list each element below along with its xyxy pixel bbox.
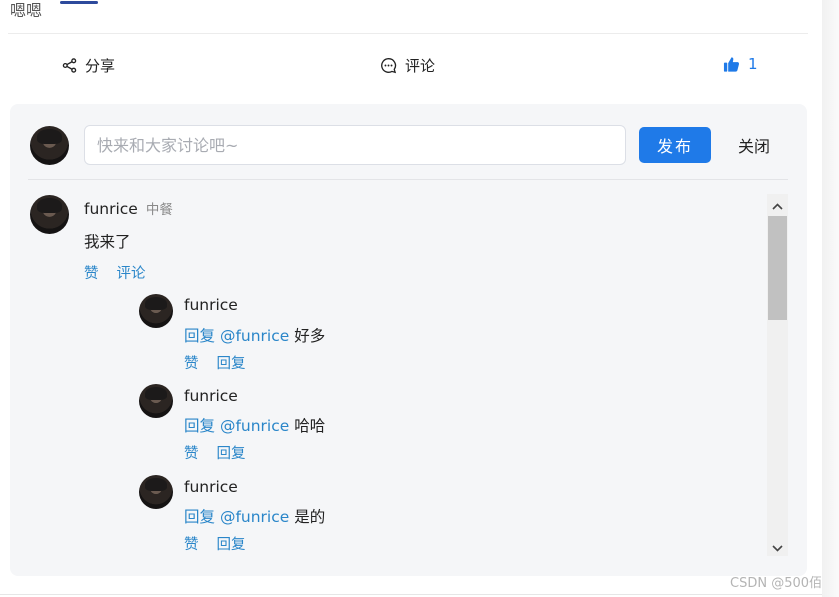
- comment-input[interactable]: [84, 125, 626, 165]
- comment-label: 评论: [405, 57, 436, 75]
- chevron-up-icon: [772, 195, 783, 214]
- divider: [28, 179, 788, 180]
- share-label: 分享: [85, 57, 116, 75]
- like-link[interactable]: 赞: [184, 533, 199, 554]
- comment-header: funrice 中餐: [84, 198, 173, 218]
- avatar: [139, 475, 173, 509]
- page: 嗯嗯 分享 评论 1 快来和大家讨论吧~ 发布 关闭 funrice 中餐 我来…: [0, 0, 839, 597]
- scrollbar-thumb[interactable]: [768, 216, 787, 320]
- divider: [8, 33, 808, 34]
- comment-tag: 中餐: [145, 202, 173, 218]
- page-edge: [822, 0, 839, 597]
- like-link[interactable]: 赞: [184, 442, 199, 463]
- comment-link[interactable]: 评论: [117, 262, 146, 283]
- tab-active-indicator: [60, 1, 98, 4]
- reply-author[interactable]: funrice: [184, 296, 238, 314]
- like-link[interactable]: 赞: [184, 352, 199, 373]
- avatar: [139, 384, 173, 418]
- reply-content: 是的: [294, 508, 326, 526]
- mention-link[interactable]: @funrice: [220, 417, 289, 435]
- reply-content: 好多: [294, 327, 326, 345]
- reply-content: 哈哈: [294, 417, 326, 435]
- comment-text: 我来了: [84, 233, 131, 251]
- avatar: [139, 294, 173, 328]
- comment-button[interactable]: 评论: [380, 55, 435, 76]
- reply-prefix: 回复: [184, 417, 216, 435]
- divider: [0, 594, 822, 595]
- comment-actions: 赞 评论: [84, 262, 146, 283]
- reply-link[interactable]: 回复: [217, 352, 246, 373]
- comment-bubble-icon: [380, 57, 397, 74]
- like-button[interactable]: 1: [723, 55, 758, 73]
- comment-panel: 发布 关闭 funrice 中餐 我来了 赞 评论 funrice 回复 @fun…: [10, 104, 807, 576]
- reply-link[interactable]: 回复: [217, 442, 246, 463]
- avatar: [30, 126, 69, 165]
- reply-prefix: 回复: [184, 327, 216, 345]
- chevron-down-icon: [772, 537, 783, 556]
- reply-link[interactable]: 回复: [217, 533, 246, 554]
- mention-link[interactable]: @funrice: [220, 327, 289, 345]
- like-link[interactable]: 赞: [84, 262, 99, 283]
- scroll-up-button[interactable]: [767, 194, 788, 214]
- share-icon: [62, 58, 77, 73]
- comment-list[interactable]: funrice 中餐 我来了 赞 评论 funrice 回复 @funrice 好…: [10, 192, 789, 558]
- scroll-down-button[interactable]: [767, 536, 788, 556]
- share-button[interactable]: 分享: [62, 55, 115, 76]
- tab-title[interactable]: 嗯嗯: [10, 0, 42, 21]
- close-button[interactable]: 关闭: [726, 127, 782, 163]
- reply-text: 回复 @funrice 好多: [184, 324, 325, 346]
- reply-text: 回复 @funrice 是的: [184, 505, 325, 527]
- watermark: CSDN @500佰: [730, 576, 823, 591]
- comment-author[interactable]: funrice: [84, 200, 138, 218]
- reply-text: 回复 @funrice 哈哈: [184, 414, 325, 436]
- mention-link[interactable]: @funrice: [220, 508, 289, 526]
- publish-button[interactable]: 发布: [639, 127, 711, 163]
- scrollbar[interactable]: [767, 194, 788, 556]
- avatar: [30, 195, 69, 234]
- reply-author[interactable]: funrice: [184, 478, 238, 496]
- reply-actions: 赞 回复: [184, 442, 246, 463]
- thumbs-up-icon: [723, 56, 740, 73]
- like-count: 1: [748, 55, 758, 73]
- reply-prefix: 回复: [184, 508, 216, 526]
- reply-actions: 赞 回复: [184, 533, 246, 554]
- reply-author[interactable]: funrice: [184, 387, 238, 405]
- reply-actions: 赞 回复: [184, 352, 246, 373]
